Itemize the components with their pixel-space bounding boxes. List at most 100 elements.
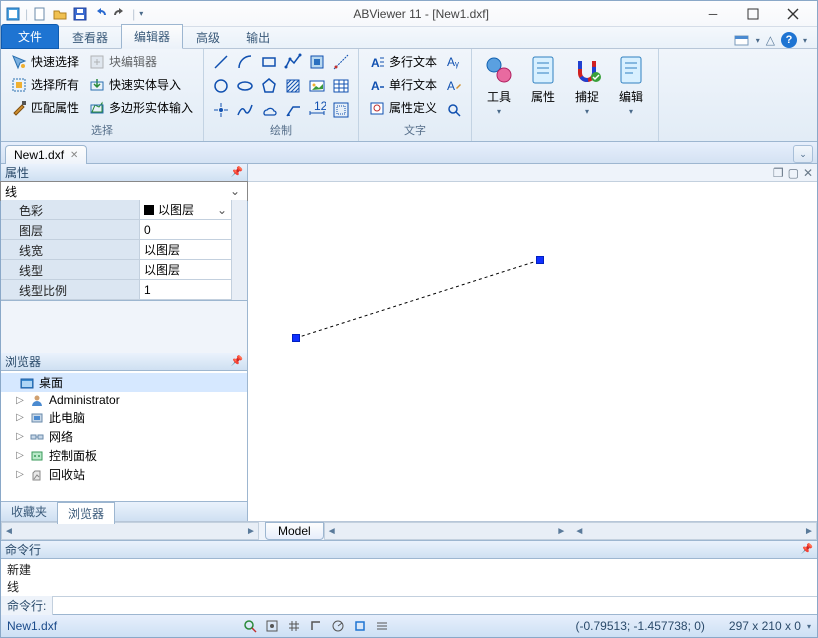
save-icon[interactable] [72,6,88,22]
new-icon[interactable] [32,6,48,22]
mtext-button[interactable]: A多行文本 [365,51,441,72]
snap-button[interactable]: 捕捉▾ [566,51,608,125]
quick-select-button[interactable]: 快速选择 [7,51,83,72]
scroll-right-icon[interactable]: ► [244,526,258,537]
cloud-tool[interactable] [258,99,280,121]
select-all-button[interactable]: 选择所有 [7,74,83,95]
polyline-tool[interactable] [282,51,304,73]
close-tab-icon[interactable]: ✕ [70,150,78,161]
tool-button[interactable]: 工具▾ [478,51,520,125]
style-icon[interactable] [734,32,750,48]
redo-icon[interactable] [112,6,128,22]
collapse-ribbon-icon[interactable]: △ [766,33,775,47]
help-icon[interactable]: ? [781,32,797,48]
close-button[interactable] [779,4,807,24]
endpoint-handle[interactable] [536,256,544,264]
expand-icon[interactable]: ▷ [15,469,25,480]
leader-tool[interactable] [282,99,304,121]
rect-tool[interactable] [258,51,280,73]
attrdef-button[interactable]: 属性定义 [365,97,441,118]
status-osnap-icon[interactable] [351,618,369,634]
tree-root[interactable]: 桌面 [1,373,247,392]
textstyle-button[interactable]: Aᵧ [443,51,465,73]
scroll-left-icon[interactable]: ◄ [2,526,16,537]
scrollbar[interactable] [231,200,247,300]
property-row[interactable]: 线型以图层 [1,260,231,280]
polygon-tool[interactable] [258,75,280,97]
tree-node[interactable]: ▷此电脑 [1,408,247,427]
canvas-close-icon[interactable]: ✕ [803,166,813,180]
status-ortho-icon[interactable] [307,618,325,634]
pin-icon[interactable]: 📌 [801,544,813,555]
open-icon[interactable] [52,6,68,22]
viewport-tool[interactable] [330,99,352,121]
props-button[interactable]: 属性 [522,51,564,125]
cmd-input[interactable]: 命令行: [1,597,817,615]
find-button[interactable] [443,99,465,121]
maximize-button[interactable] [739,4,767,24]
entity-type-select[interactable]: 线⌄ [0,181,248,201]
fast-import-button[interactable]: 快速实体导入 [85,74,197,95]
table-tool[interactable] [330,75,352,97]
insert-image-tool[interactable] [306,75,328,97]
expand-icon[interactable]: ▷ [15,395,25,406]
hatch-tool[interactable] [282,75,304,97]
file-tree[interactable]: 桌面 ▷Administrator▷此电脑▷网络▷控制面板▷回收站 [1,371,247,501]
group-draw-label: 绘制 [210,121,352,139]
status-dropdown-icon[interactable]: ▾ [807,622,811,631]
ellipse-tool[interactable] [234,75,256,97]
line-tool[interactable] [210,51,232,73]
status-grid-icon[interactable] [285,618,303,634]
model-tab[interactable]: Model [265,522,324,540]
tab-dropdown-button[interactable]: ⌄ [793,145,813,163]
poly-import-button[interactable]: 多边形实体输入 [85,97,197,118]
scroll-right-icon[interactable]: ► [554,526,568,537]
dim-tool[interactable]: 12 [306,99,328,121]
drawing-canvas[interactable] [248,182,817,521]
ray-tool[interactable] [330,51,352,73]
point-tool[interactable] [210,99,232,121]
tab-favorites[interactable]: 收藏夹 [1,501,57,522]
tab-browser[interactable]: 浏览器 [57,502,115,524]
block-editor-button[interactable]: 块编辑器 [85,51,197,72]
browser-bottom-tabs: 收藏夹 浏览器 [1,501,247,521]
tab-file[interactable]: 文件 [1,24,59,49]
property-row[interactable]: 图层0 [1,220,231,240]
tree-node[interactable]: ▷网络 [1,427,247,446]
pin-icon[interactable]: 📌 [231,167,243,178]
block-tool[interactable] [306,51,328,73]
minimize-button[interactable]: ─ [699,4,727,24]
status-lwt-icon[interactable] [373,618,391,634]
pin-icon[interactable]: 📌 [231,356,243,367]
expand-icon[interactable]: ▷ [15,431,25,442]
arc-tool[interactable] [234,51,256,73]
circle-tool[interactable] [210,75,232,97]
document-tab[interactable]: New1.dxf✕ [5,145,87,164]
attrdef-label: 属性定义 [389,99,437,116]
canvas-restore-icon[interactable]: ❐ [773,166,784,180]
undo-icon[interactable] [92,6,108,22]
scroll-left-icon[interactable]: ◄ [325,526,339,537]
spline-tool[interactable] [234,99,256,121]
tree-node[interactable]: ▷回收站 [1,465,247,484]
tab-viewer[interactable]: 查看器 [59,25,121,49]
tab-editor[interactable]: 编辑器 [121,24,183,49]
property-row[interactable]: 色彩以图层⌄ [1,200,231,220]
canvas-max-icon[interactable]: ▢ [788,166,799,180]
stext-button[interactable]: A单行文本 [365,74,441,95]
tree-node[interactable]: ▷控制面板 [1,446,247,465]
tab-advanced[interactable]: 高级 [183,25,233,49]
endpoint-handle[interactable] [292,334,300,342]
property-row[interactable]: 线宽以图层 [1,240,231,260]
tab-output[interactable]: 输出 [233,25,283,49]
tree-node[interactable]: ▷Administrator [1,392,247,408]
match-props-button[interactable]: 匹配属性 [7,97,83,118]
expand-icon[interactable]: ▷ [15,412,25,423]
property-row[interactable]: 线型比例1 [1,280,231,300]
status-polar-icon[interactable] [329,618,347,634]
edit-button[interactable]: 编辑▾ [610,51,652,125]
status-snap-icon[interactable] [263,618,281,634]
expand-icon[interactable]: ▷ [15,450,25,461]
textedit-button[interactable]: A [443,75,465,97]
status-zoom-icon[interactable] [241,618,259,634]
